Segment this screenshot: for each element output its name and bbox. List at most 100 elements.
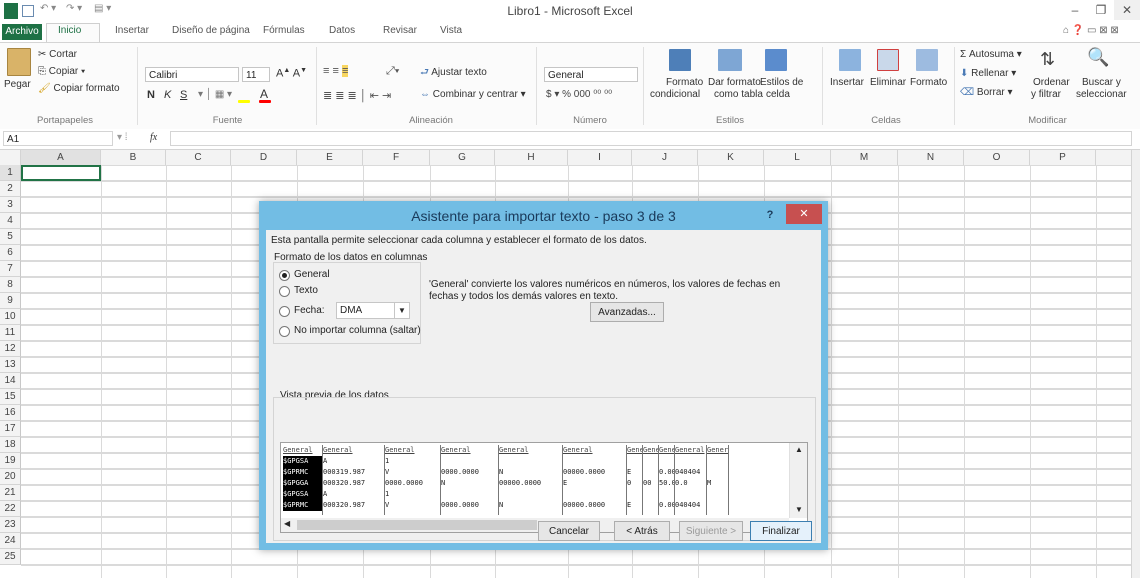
preview-column-header[interactable]: Gener — [659, 445, 674, 456]
row-header[interactable]: 2 — [0, 181, 21, 197]
advanced-button[interactable]: Avanzadas... — [590, 302, 664, 322]
row-header[interactable]: 23 — [0, 517, 21, 533]
fill-button[interactable]: ⬇ Rellenar ▾ — [960, 68, 1016, 79]
column-header[interactable]: E — [297, 150, 363, 165]
tab-revisar[interactable]: Revisar — [383, 25, 417, 36]
align-top-icons[interactable]: ≡ ≡ ≡ — [323, 65, 349, 77]
row-header[interactable]: 11 — [0, 325, 21, 341]
row-header[interactable]: 4 — [0, 213, 21, 229]
radio-general-label[interactable]: General — [294, 269, 330, 280]
bold-button[interactable]: N — [147, 89, 155, 101]
column-header[interactable]: B — [101, 150, 166, 165]
radio-general[interactable] — [279, 270, 290, 281]
column-header[interactable]: I — [568, 150, 632, 165]
next-button[interactable]: Siguiente > — [679, 521, 743, 541]
copy-button[interactable]: ⎘ Copiar ▾ — [38, 66, 85, 77]
delete-cells-icon[interactable] — [877, 49, 899, 71]
conditional-format-label2[interactable]: condicional — [650, 89, 700, 100]
column-header[interactable]: L — [764, 150, 831, 165]
column-header[interactable]: J — [632, 150, 698, 165]
preview-column-header[interactable]: General — [563, 445, 626, 456]
close-button[interactable]: ✕ — [1114, 0, 1140, 20]
chevron-down-icon[interactable]: ▼ — [394, 303, 409, 318]
preview-column-header[interactable]: Gener — [627, 445, 642, 456]
tab-inicio[interactable]: Inicio — [58, 25, 81, 36]
radio-no-importar-label[interactable]: No importar columna (saltar) — [294, 325, 421, 336]
format-table-label2[interactable]: como tabla — [714, 89, 763, 100]
conditional-format-label1[interactable]: Formato — [666, 77, 703, 88]
insert-cells-button[interactable]: Insertar — [830, 77, 864, 88]
row-header[interactable]: 6 — [0, 245, 21, 261]
column-header[interactable]: O — [964, 150, 1030, 165]
preview-column-header[interactable]: General — [441, 445, 498, 456]
radio-texto[interactable] — [279, 286, 290, 297]
name-box-dropdown-icon[interactable]: ▾ ⁞ — [117, 132, 128, 143]
row-header[interactable]: 9 — [0, 293, 21, 309]
preview-column-header[interactable]: General — [675, 445, 706, 456]
tab-archivo[interactable]: Archivo — [2, 24, 42, 40]
row-header[interactable]: 25 — [0, 549, 21, 565]
font-color-icon[interactable]: A — [260, 87, 268, 101]
insert-function-button[interactable]: fx — [150, 132, 157, 143]
orientation-icon[interactable]: ⤢▾ — [386, 65, 399, 78]
italic-button[interactable]: K — [164, 89, 171, 101]
date-format-select[interactable]: DMA ▼ — [336, 302, 410, 319]
number-format-box[interactable]: General — [544, 67, 638, 82]
format-table-label1[interactable]: Dar formato — [708, 77, 761, 88]
column-header[interactable]: G — [430, 150, 495, 165]
format-cells-icon[interactable] — [916, 49, 938, 71]
clear-button[interactable]: ⌫ Borrar ▾ — [960, 87, 1013, 98]
preview-column-header[interactable]: General — [499, 445, 562, 456]
row-header[interactable]: 7 — [0, 261, 21, 277]
preview-vertical-scrollbar[interactable]: ▲ ▼ — [789, 443, 807, 518]
merge-center-button[interactable]: ⇔ Combinar y centrar ▾ — [420, 89, 526, 100]
scroll-up-icon[interactable]: ▲ — [795, 445, 803, 454]
vertical-scrollbar[interactable] — [1131, 150, 1140, 578]
borders-icon[interactable]: ▾ │ ▦ ▾ — [198, 89, 232, 100]
cancel-button[interactable]: Cancelar — [538, 521, 600, 541]
row-header[interactable]: 13 — [0, 357, 21, 373]
preview-column-header[interactable]: General — [323, 445, 384, 456]
restore-button[interactable]: ❐ — [1088, 0, 1114, 20]
find-label1[interactable]: Buscar y — [1082, 77, 1121, 88]
row-header[interactable]: 12 — [0, 341, 21, 357]
radio-texto-label[interactable]: Texto — [294, 285, 318, 296]
align-left-icons[interactable]: ≣ ≣ ≣ │ ⇤ ⇥ — [323, 89, 391, 102]
fill-color-icon[interactable] — [238, 100, 250, 103]
scroll-thumb[interactable] — [297, 520, 537, 530]
preview-column-header[interactable]: General — [283, 445, 322, 456]
formula-input[interactable] — [170, 131, 1132, 146]
back-button[interactable]: < Atrás — [614, 521, 670, 541]
active-cell-a1[interactable] — [21, 165, 101, 181]
row-header[interactable]: 1 — [0, 165, 21, 181]
row-header[interactable]: 20 — [0, 469, 21, 485]
cell-styles-label1[interactable]: Estilos de — [760, 77, 803, 88]
help-button[interactable]: ? — [759, 206, 781, 224]
row-header[interactable]: 14 — [0, 373, 21, 389]
cell-styles-icon[interactable] — [765, 49, 787, 71]
font-grow-icon[interactable]: A▲ A▼ — [276, 67, 307, 80]
delete-cells-button[interactable]: Eliminar — [870, 77, 906, 88]
column-header[interactable]: M — [831, 150, 898, 165]
conditional-format-icon[interactable] — [669, 49, 691, 71]
row-header[interactable]: 19 — [0, 453, 21, 469]
tab-insertar[interactable]: Insertar — [115, 25, 149, 36]
row-header[interactable]: 8 — [0, 277, 21, 293]
preview-column-header[interactable]: Genera — [707, 445, 728, 456]
row-header[interactable]: 24 — [0, 533, 21, 549]
help-icons[interactable]: ⌂ ❓ ▭ ⊠ ⊠ — [1063, 25, 1119, 36]
find-icon[interactable]: 🔍 — [1087, 47, 1109, 68]
finish-button[interactable]: Finalizar — [750, 521, 812, 541]
row-header[interactable]: 21 — [0, 485, 21, 501]
scroll-left-icon[interactable]: ◀ — [284, 519, 290, 528]
preview-column-header[interactable]: Gener — [643, 445, 658, 456]
number-format-icons[interactable]: $ ▾ % 000 ⁰⁰ ⁰⁰ — [546, 89, 612, 100]
sort-label2[interactable]: y filtrar — [1031, 89, 1061, 100]
tab-formulas[interactable]: Fórmulas — [263, 25, 305, 36]
cell-styles-label2[interactable]: celda — [766, 89, 790, 100]
format-table-icon[interactable] — [718, 49, 742, 71]
column-header[interactable]: P — [1030, 150, 1096, 165]
row-header[interactable]: 15 — [0, 389, 21, 405]
radio-fecha-label[interactable]: Fecha: — [294, 305, 325, 316]
tab-datos[interactable]: Datos — [329, 25, 355, 36]
